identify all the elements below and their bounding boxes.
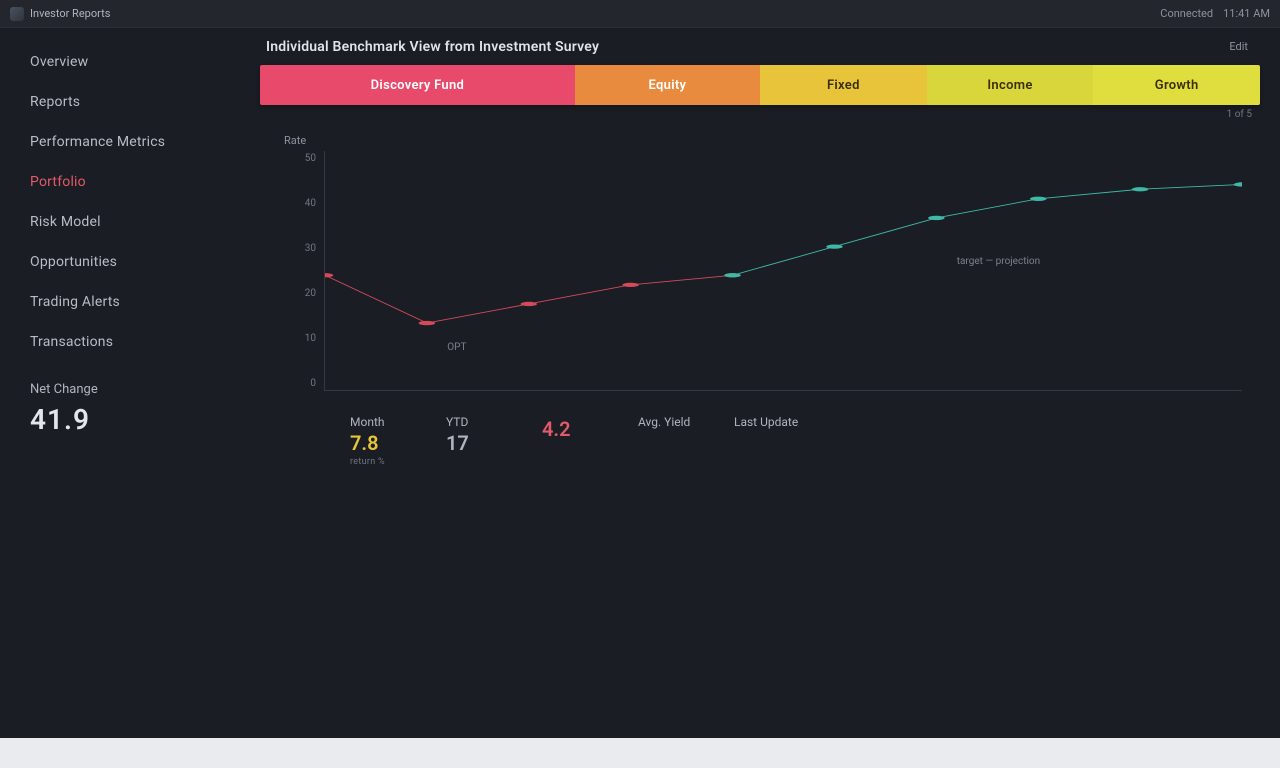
stat-label: Last Update — [734, 415, 798, 429]
connection-status: Connected — [1160, 7, 1213, 20]
sidebar-item-performance[interactable]: Performance Metrics — [30, 122, 230, 162]
app-name: Investor Reports — [30, 7, 110, 20]
chart-plot[interactable]: target — projection OPT — [324, 151, 1242, 391]
tab-equity[interactable]: Equity — [575, 65, 760, 105]
stat-value: 4.2 — [542, 417, 602, 441]
sidebar-item-risk[interactable]: Risk Model — [30, 202, 230, 242]
stat-label: Month — [350, 415, 384, 429]
chart-point — [521, 302, 538, 306]
page-indicator: 1 of 5 — [1227, 109, 1252, 120]
y-tick: 0 — [310, 378, 316, 389]
app-icon — [10, 7, 24, 21]
y-tick: 20 — [305, 288, 316, 299]
chart-point — [928, 216, 945, 220]
chart-xlabel: OPT — [447, 342, 466, 353]
sidebar-stat: Net Change 41.9 — [30, 382, 230, 436]
tab-discovery-fund[interactable]: Discovery Fund — [260, 65, 575, 105]
chart-title: Rate — [278, 134, 1242, 147]
chart-point — [1030, 197, 1047, 201]
y-tick: 30 — [305, 243, 316, 254]
sidebar-item-overview[interactable]: Overview — [30, 42, 230, 82]
stat-item: Avg. Yield — [638, 415, 698, 429]
tab-fixed[interactable]: Fixed — [760, 65, 927, 105]
sidebar-item-opportunities[interactable]: Opportunities — [30, 242, 230, 282]
stat-item: Month 7.8 return % — [350, 415, 410, 467]
sidebar-item-portfolio[interactable]: Portfolio — [30, 162, 230, 202]
main: Individual Benchmark View from Investmen… — [250, 28, 1280, 738]
footer-bar — [0, 738, 1280, 768]
y-tick: 50 — [305, 153, 316, 164]
tab-strip: Discovery Fund Equity Fixed Income Growt… — [260, 65, 1260, 105]
chart-card: Rate 50 40 30 20 10 0 target — projection OPT — [260, 124, 1260, 397]
chart-point — [622, 283, 639, 287]
y-tick: 10 — [305, 333, 316, 344]
sidebar-stat-value: 41.9 — [30, 403, 230, 436]
chart-point — [419, 321, 436, 325]
tab-growth[interactable]: Growth — [1093, 65, 1260, 105]
chart-series-line — [325, 275, 733, 323]
chart-point — [1132, 187, 1149, 191]
stat-label: Avg. Yield — [638, 415, 690, 429]
stat-label: YTD — [446, 415, 468, 429]
stat-item: YTD 17 — [446, 415, 506, 455]
chart-point — [826, 244, 843, 248]
stat-value: 7.8 — [350, 431, 410, 455]
titlebar: Investor Reports Connected 11:41 AM — [0, 0, 1280, 28]
clock: 11:41 AM — [1223, 7, 1270, 20]
chart-point — [325, 273, 333, 277]
tab-income[interactable]: Income — [927, 65, 1094, 105]
stat-item: Last Update — [734, 415, 798, 429]
sidebar-item-alerts[interactable]: Trading Alerts — [30, 282, 230, 322]
sidebar-stat-label: Net Change — [30, 382, 230, 397]
chart-y-axis: 50 40 30 20 10 0 — [278, 151, 324, 391]
page-title: Individual Benchmark View from Investmen… — [266, 39, 1213, 55]
sidebar-item-transactions[interactable]: Transactions — [30, 322, 230, 362]
stat-item: 4.2 — [542, 415, 602, 441]
sidebar: Overview Reports Performance Metrics Por… — [0, 28, 250, 738]
y-tick: 40 — [305, 198, 316, 209]
stats-row: Month 7.8 return % YTD 17 4.2 Avg. Yield Last U… — [260, 397, 1260, 477]
chart-point — [1234, 182, 1242, 186]
chart-annotation: target — projection — [957, 256, 1040, 267]
stat-value: 17 — [446, 431, 506, 455]
stat-sublabel: return % — [350, 457, 410, 467]
sidebar-item-reports[interactable]: Reports — [30, 82, 230, 122]
chart-point — [724, 273, 741, 277]
edit-button[interactable]: Edit — [1223, 38, 1254, 55]
